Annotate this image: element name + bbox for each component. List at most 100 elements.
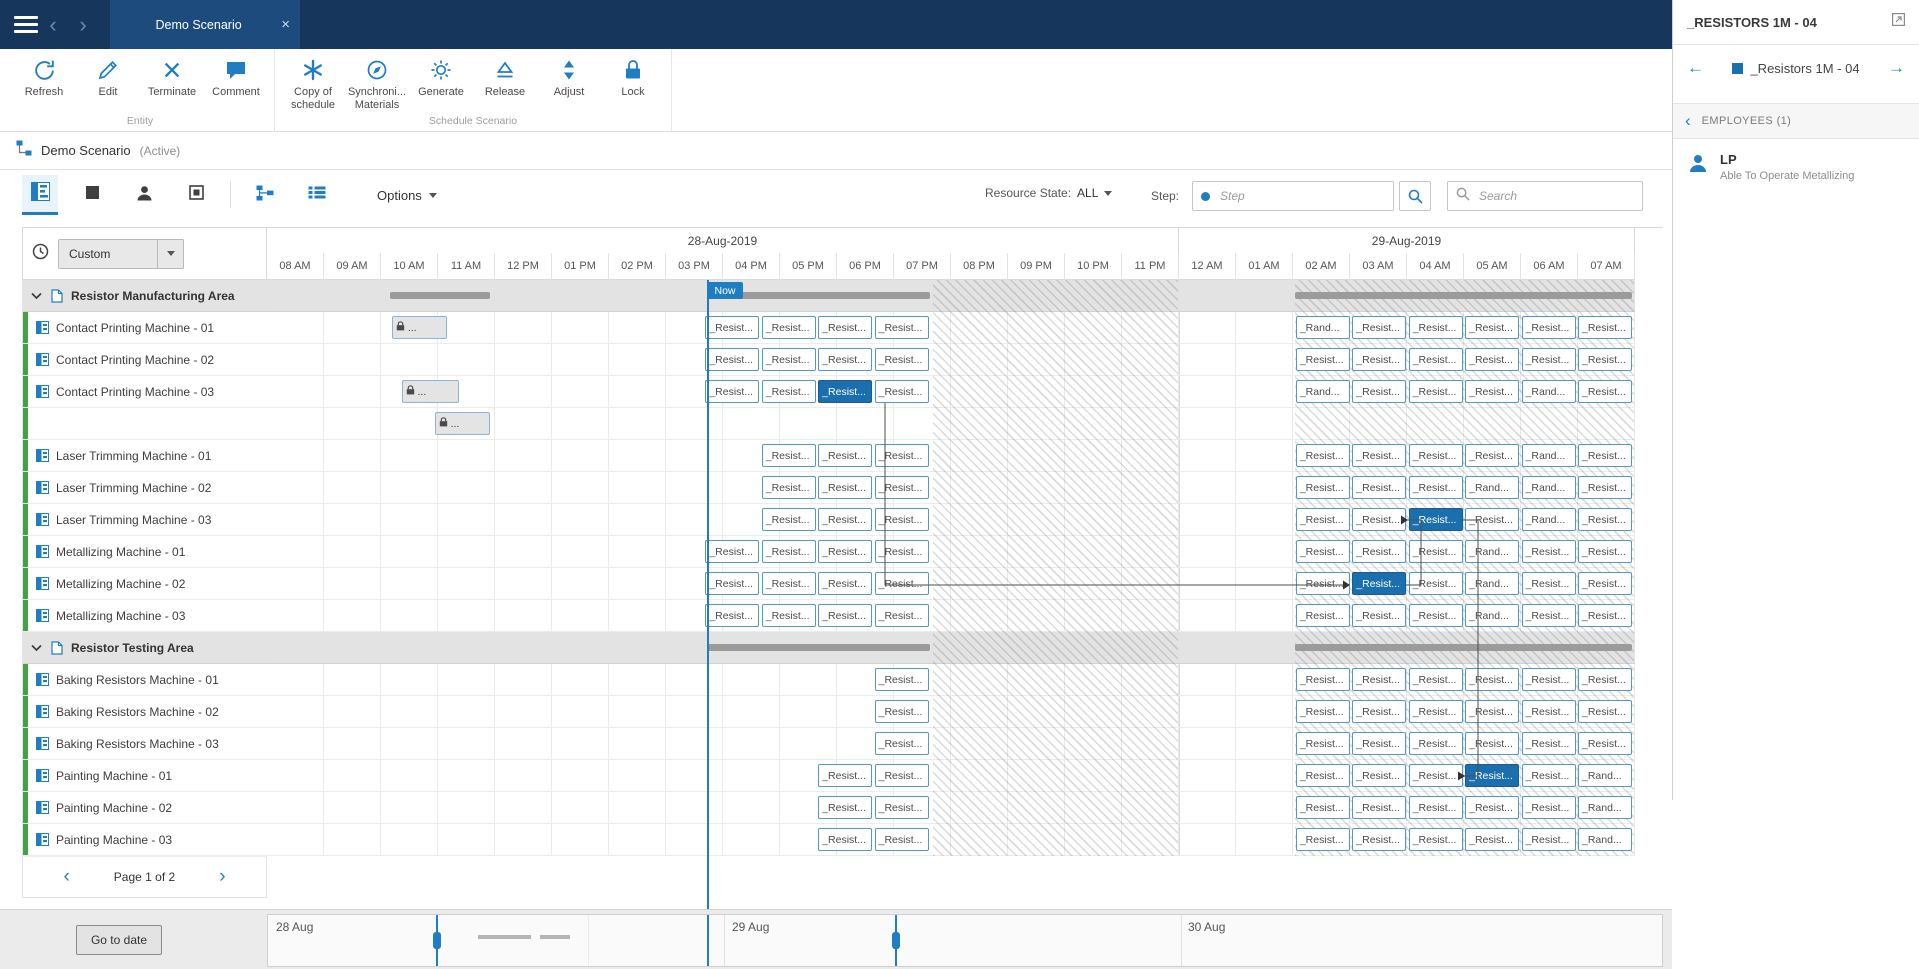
back-button[interactable]: ‹ [38, 12, 68, 38]
edit-icon [96, 56, 120, 84]
hour-label: 07 PM [894, 253, 951, 280]
interval-dropdown-arrow[interactable] [157, 240, 183, 268]
hour-label: 01 PM [552, 253, 609, 280]
machine-icon [36, 545, 49, 558]
prev-resource-button[interactable]: ← [1687, 58, 1704, 78]
resource-row[interactable]: Contact Printing Machine - 03 [23, 376, 267, 408]
scenario-row: Demo Scenario (Active) [0, 132, 1919, 169]
mini-timeline[interactable]: 28 Aug29 Aug30 Aug [267, 914, 1663, 967]
capacity-strip [23, 376, 28, 407]
interval-cell: Custom [22, 227, 267, 280]
menu-icon[interactable] [14, 16, 38, 33]
next-page-button[interactable]: › [219, 866, 225, 888]
operator-view-button[interactable] [126, 175, 162, 215]
scenario-tab[interactable]: Demo Scenario × [110, 0, 300, 49]
comment-icon [224, 56, 248, 84]
range-marker-handle[interactable] [892, 932, 900, 949]
interval-dropdown[interactable]: Custom [58, 239, 184, 269]
person-icon [1687, 152, 1709, 182]
machine-icon [36, 769, 49, 782]
hour-label: 07 AM [1578, 253, 1635, 280]
ribbon-button-generate[interactable]: Generate [409, 49, 473, 114]
prev-page-button[interactable]: ‹ [63, 866, 69, 888]
step-input[interactable] [1218, 188, 1393, 204]
machine-icon [36, 577, 49, 590]
machine-icon [36, 353, 49, 366]
scenario-name: Demo Scenario [41, 143, 131, 158]
panel-header: _RESISTORS 1M - 04 [1673, 0, 1919, 45]
interval-value: Custom [59, 240, 157, 268]
hour-label: 03 AM [1350, 253, 1407, 280]
next-resource-button[interactable]: → [1888, 58, 1905, 78]
app-root: ‹ › Demo Scenario × SU RefreshEditTermin… [0, 0, 1919, 969]
ribbon-button-comment[interactable]: Comment [204, 49, 268, 114]
resource-row[interactable]: Painting Machine - 03 [23, 824, 267, 856]
list-view-button[interactable] [299, 175, 335, 215]
go-to-date-button[interactable]: Go to date [76, 925, 162, 955]
machine-icon [36, 673, 49, 686]
mini-summary-dash [540, 935, 570, 939]
chevron-down-icon[interactable] [31, 292, 42, 300]
forward-button[interactable]: › [68, 12, 98, 38]
resource-row[interactable]: Laser Trimming Machine - 03 [23, 504, 267, 536]
resource-row[interactable]: Baking Resistors Machine - 03 [23, 728, 267, 760]
employee-item[interactable]: LP Able To Operate Metallizing [1673, 139, 1919, 195]
open-panel-icon[interactable] [1892, 13, 1905, 31]
resource-row[interactable]: Metallizing Machine - 02 [23, 568, 267, 600]
resource-row[interactable]: Baking Resistors Machine - 01 [23, 664, 267, 696]
resource-navigator: ← _Resistors 1M - 04 → [1673, 45, 1919, 91]
ribbon-button-synchroni-materials[interactable]: Synchroni... Materials [345, 49, 409, 114]
area-group-row[interactable]: Resistor Testing Area [23, 632, 267, 664]
options-menu[interactable]: Options [377, 188, 437, 203]
ribbon-button-refresh[interactable]: Refresh [12, 49, 76, 114]
machine-icon [36, 513, 49, 526]
capacity-strip [23, 408, 28, 439]
topbar: ‹ › Demo Scenario × SU [0, 0, 1919, 49]
resource-row[interactable]: Contact Printing Machine - 01 [23, 312, 267, 344]
resource-row[interactable]: Contact Printing Machine - 02 [23, 344, 267, 376]
ribbon-group-entity: RefreshEditTerminateCommentEntity [6, 49, 275, 131]
step-search-button[interactable] [1399, 181, 1431, 211]
resource-row[interactable]: Laser Trimming Machine - 02 [23, 472, 267, 504]
gantt: Custom 28-Aug-201929-Aug-2019 08 AM09 AM… [0, 227, 1672, 969]
sync-materials-icon [365, 56, 389, 84]
hierarchy-view-button[interactable] [247, 175, 283, 215]
resource-row[interactable]: Painting Machine - 02 [23, 792, 267, 824]
area-group-row[interactable]: Resistor Manufacturing Area [23, 280, 267, 312]
resource-row[interactable]: Laser Trimming Machine - 01 [23, 440, 267, 472]
ribbon-button-adjust[interactable]: Adjust [537, 49, 601, 114]
ribbon-button-lock[interactable]: Lock [601, 49, 665, 114]
list-icon [308, 186, 326, 204]
resource-row[interactable]: Baking Resistors Machine - 02 [23, 696, 267, 728]
chevron-down-icon[interactable] [31, 644, 42, 652]
date-header: 28-Aug-2019 [267, 228, 1179, 254]
close-tab-icon[interactable]: × [281, 16, 290, 33]
copy-schedule-icon [301, 56, 325, 84]
resource-state-filter[interactable]: Resource State: ALL [985, 186, 1112, 200]
date-row: 28-Aug-201929-Aug-2019 [267, 227, 1663, 253]
gantt-view-button[interactable] [22, 175, 58, 215]
hour-label: 10 PM [1065, 253, 1122, 280]
capacity-strip [23, 696, 28, 727]
resource-row[interactable]: Metallizing Machine - 03 [23, 600, 267, 632]
search-input[interactable] [1477, 188, 1642, 204]
range-marker-handle[interactable] [433, 932, 441, 949]
employees-back-icon[interactable]: ‹ [1685, 111, 1691, 131]
ribbon-button-copy-of-schedule[interactable]: Copy of schedule [281, 49, 345, 114]
capacity-strip [23, 312, 28, 343]
frame-view-button[interactable] [178, 175, 214, 215]
resource-row[interactable] [23, 408, 267, 440]
ribbon-button-terminate[interactable]: Terminate [140, 49, 204, 114]
details-panel: _RESISTORS 1M - 04 ← _Resistors 1M - 04 … [1672, 0, 1919, 800]
timeline-footer: Go to date 28 Aug29 Aug30 Aug [0, 909, 1672, 969]
ribbon-button-release[interactable]: Release [473, 49, 537, 114]
date-header: 29-Aug-2019 [1179, 228, 1635, 254]
resource-row[interactable]: Painting Machine - 01 [23, 760, 267, 792]
resource-row[interactable]: Metallizing Machine - 01 [23, 536, 267, 568]
ribbon-button-edit[interactable]: Edit [76, 49, 140, 114]
machine-icon [36, 737, 49, 750]
capacity-strip [23, 440, 28, 471]
board-view-button[interactable] [74, 175, 110, 215]
chevron-down-icon [1104, 191, 1112, 196]
hour-label: 04 PM [723, 253, 780, 280]
